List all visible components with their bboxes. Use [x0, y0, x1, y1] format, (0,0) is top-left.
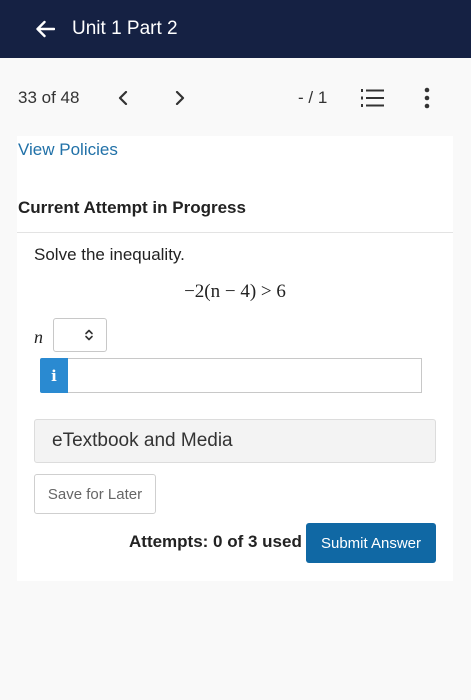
question-card: View Policies Current Attempt in Progres… [17, 136, 453, 581]
more-vertical-icon [424, 87, 430, 109]
chevron-left-icon [118, 91, 128, 105]
etextbook-media-button[interactable]: eTextbook and Media [34, 419, 436, 463]
inequality-expression: −2(n − 4) > 6 [184, 281, 286, 302]
answer-input[interactable] [68, 358, 422, 393]
previous-question-button[interactable] [112, 86, 134, 110]
question-list-button[interactable] [361, 87, 385, 109]
chevron-right-icon [175, 91, 185, 105]
info-icon[interactable]: i [40, 358, 68, 393]
score-display: - / 1 [298, 88, 328, 107]
more-options-button[interactable] [416, 87, 438, 109]
question-counter: 33 of 48 [18, 88, 80, 107]
question-prompt: Solve the inequality. [34, 245, 185, 264]
next-question-button[interactable] [169, 86, 191, 110]
attempts-counter: Attempts: 0 of 3 used [129, 532, 302, 551]
numbered-list-icon [361, 89, 384, 107]
etextbook-label: eTextbook and Media [52, 430, 233, 451]
arrow-left-icon [36, 20, 55, 38]
back-button[interactable] [30, 14, 60, 44]
submit-label: Submit Answer [320, 534, 422, 552]
save-for-later-button[interactable]: Save for Later [34, 474, 156, 514]
save-label: Save for Later [47, 485, 143, 503]
submit-answer-button[interactable]: Submit Answer [306, 523, 436, 563]
chevron-up-down-icon [85, 329, 93, 341]
question-navigation: 33 of 48 - / 1 [0, 76, 471, 120]
top-app-bar: Unit 1 Part 2 [0, 0, 471, 58]
view-policies-link[interactable]: View Policies [18, 140, 118, 160]
assignment-title: Unit 1 Part 2 [72, 18, 178, 39]
divider [17, 232, 453, 233]
attempt-heading: Current Attempt in Progress [18, 198, 246, 217]
variable-label: n [34, 327, 43, 347]
inequality-sign-select[interactable] [53, 318, 107, 352]
